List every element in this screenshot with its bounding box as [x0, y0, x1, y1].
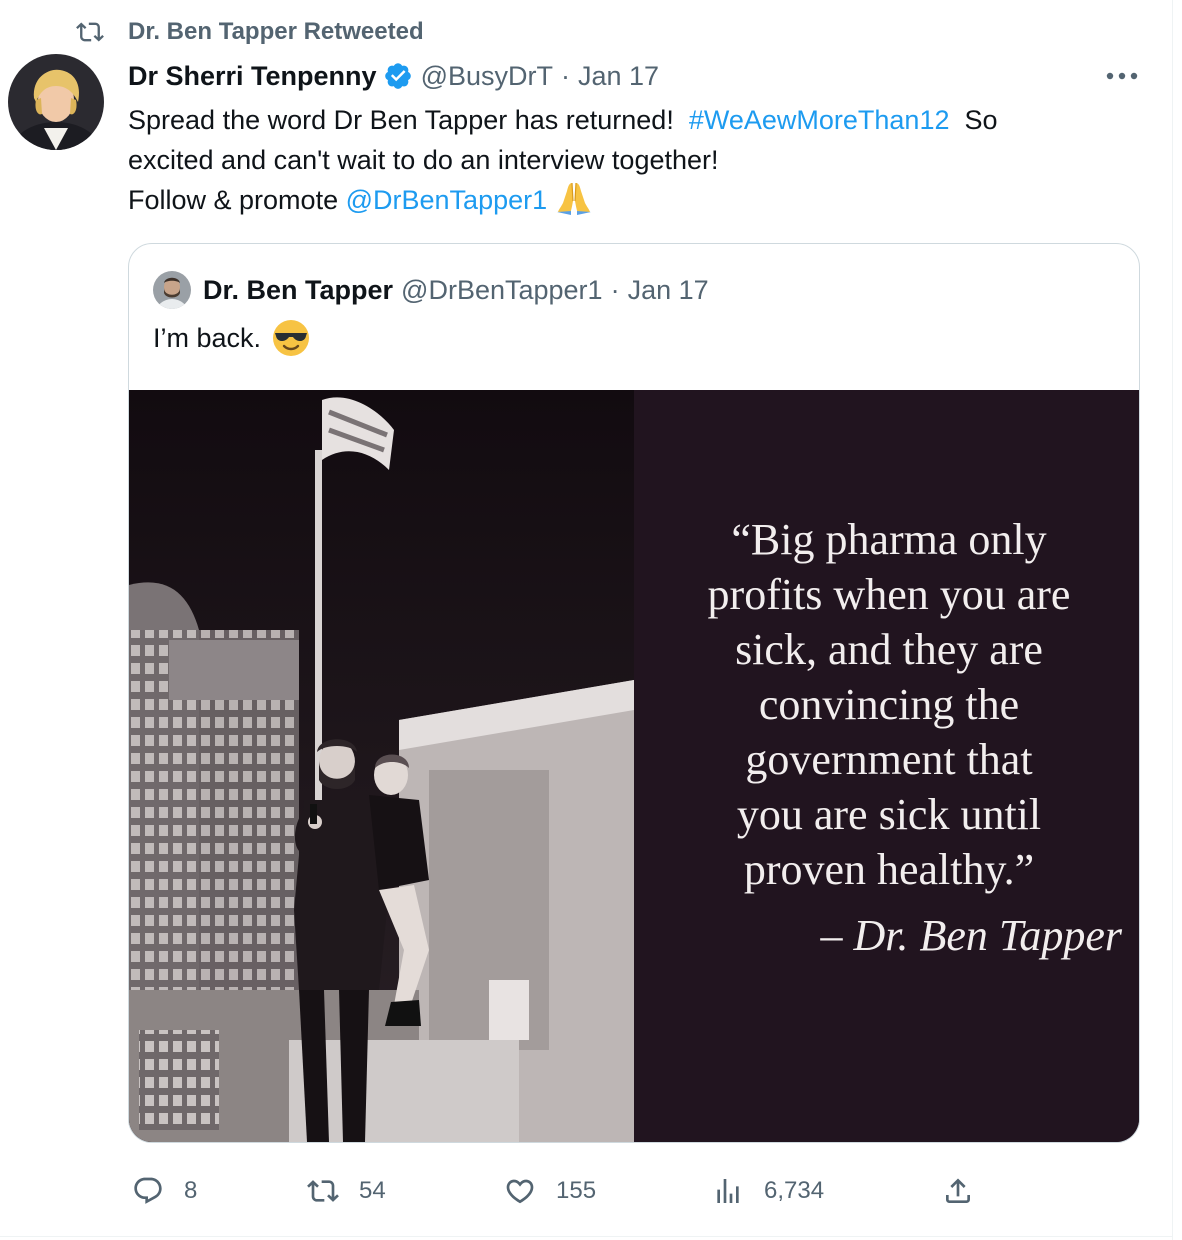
reply-icon: [134, 1177, 162, 1204]
quote-line: government that: [745, 735, 1033, 784]
folded-hands-emoji: [557, 182, 592, 215]
column-right-border: [1172, 0, 1173, 1240]
tweet-date[interactable]: Jan 17: [578, 61, 659, 92]
quote-line: sick, and they are: [735, 625, 1043, 674]
quote-line: you are sick until: [736, 790, 1042, 839]
quote-body: “Big pharma only profits when you are si…: [654, 512, 1124, 897]
share-icon: [946, 1178, 970, 1203]
tweet-text-line1-end: So: [964, 105, 998, 135]
tweet-text-line1: Spread the word Dr Ben Tapper has return…: [128, 105, 674, 135]
tweet-header: Dr Sherri Tenpenny @BusyDrT · Jan 17: [128, 56, 659, 96]
reply-button[interactable]: 8: [132, 1172, 197, 1210]
retweet-banner[interactable]: Dr. Ben Tapper Retweeted: [76, 16, 424, 48]
quoted-tweet-text: I’m back.: [153, 318, 311, 358]
rally-photo: [129, 390, 634, 1142]
quoted-header-separator: ·: [610, 274, 620, 305]
tweet-text: Spread the word Dr Ben Tapper has return…: [128, 100, 1128, 220]
retweet-icon: [307, 1180, 339, 1202]
more-options-icon[interactable]: [1104, 62, 1140, 90]
retweet-count: 54: [359, 1177, 386, 1204]
author-name[interactable]: Dr Sherri Tenpenny: [128, 61, 377, 92]
tweet-bottom-divider: [0, 1236, 1172, 1237]
tweet-text-line3: Follow & promote: [128, 185, 339, 215]
quoted-tweet-text-content: I’m back.: [153, 323, 262, 353]
quoted-author-name[interactable]: Dr. Ben Tapper: [203, 275, 393, 306]
quote-line: convincing the: [758, 680, 1020, 729]
header-separator: ·: [560, 60, 570, 91]
retweet-button[interactable]: 54: [307, 1172, 386, 1210]
quoted-tweet-image[interactable]: “Big pharma only profits when you are si…: [129, 390, 1139, 1142]
hashtag-link[interactable]: #WeAewMoreThan12: [689, 105, 950, 135]
author-avatar[interactable]: [8, 54, 104, 150]
quote-line: proven healthy.”: [743, 845, 1035, 894]
tweet-text-line2: excited and can't wait to do an intervie…: [128, 145, 719, 175]
views-button[interactable]: 6,734: [712, 1172, 824, 1210]
retweet-icon: [76, 22, 104, 42]
quoted-tweet-header: Dr. Ben Tapper @DrBenTapper1 · Jan 17: [153, 271, 709, 309]
retweeted-by-label: Dr. Ben Tapper Retweeted: [128, 18, 424, 45]
views-chart-icon: [717, 1179, 739, 1203]
reply-count: 8: [184, 1177, 198, 1204]
quoted-author-handle[interactable]: @DrBenTapper1: [401, 275, 603, 306]
quoted-tweet-date[interactable]: Jan 17: [628, 275, 709, 306]
like-button[interactable]: 155: [504, 1172, 596, 1210]
quote-line: profits when you are: [707, 570, 1071, 619]
quote-line: “Big pharma only: [731, 515, 1047, 564]
sunglasses-emoji: [273, 320, 310, 356]
mention-link[interactable]: @DrBenTapper1: [346, 185, 548, 215]
quoted-tweet-card[interactable]: Dr. Ben Tapper @DrBenTapper1 · Jan 17 I’…: [128, 243, 1140, 1143]
quoted-author-avatar[interactable]: [153, 271, 191, 309]
quote-panel: “Big pharma only profits when you are si…: [634, 390, 1139, 1142]
like-count: 155: [556, 1177, 597, 1204]
author-handle[interactable]: @BusyDrT: [421, 61, 553, 92]
heart-icon: [506, 1179, 534, 1204]
quote-attribution: – Dr. Ben Tapper: [820, 911, 1122, 960]
verified-badge-icon: [384, 63, 411, 89]
views-count: 6,734: [764, 1177, 825, 1204]
share-button[interactable]: [942, 1172, 974, 1210]
